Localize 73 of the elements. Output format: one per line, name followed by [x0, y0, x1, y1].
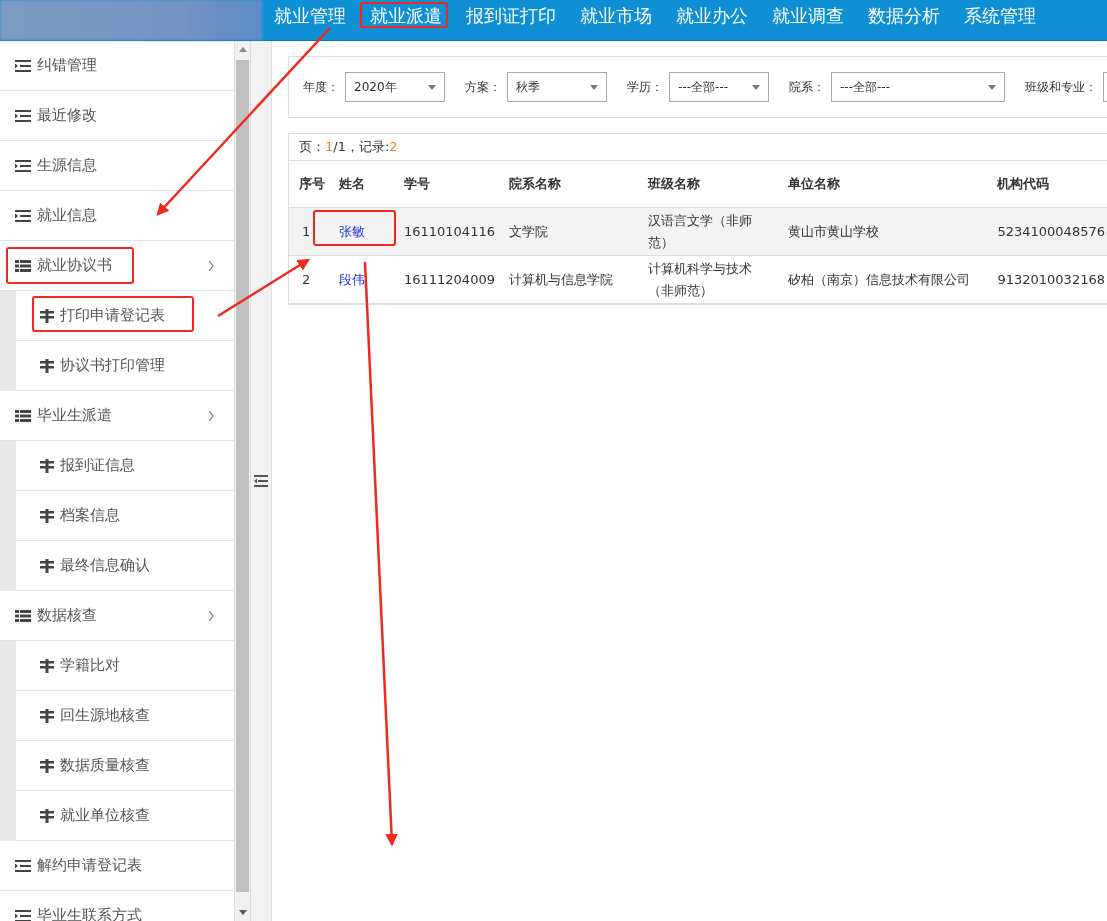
table-cell: 16111204009 [393, 255, 499, 304]
sidebar-subitem[interactable]: 报到证信息 [16, 441, 234, 491]
column-header: 机构代码 [987, 161, 1107, 208]
sidebar-item-label: 报到证信息 [60, 456, 135, 475]
table-cell: 矽柏（南京）信息技术有限公司 [777, 255, 988, 304]
sidebar-item-label: 打印申请登记表 [60, 306, 165, 325]
sidebar-subitem[interactable]: 协议书打印管理 [16, 341, 234, 391]
sidebar-item-label: 学籍比对 [60, 656, 120, 675]
sidebar-item-label: 数据核查 [37, 606, 97, 625]
table-cell: 黄山市黄山学校 [777, 207, 988, 256]
filter-label: 年度： [303, 78, 339, 96]
sidebar-item-label: 纠错管理 [37, 56, 97, 75]
sidebar-item-label: 最终信息确认 [60, 556, 150, 575]
sidebar-item-label: 档案信息 [60, 506, 120, 525]
sidebar-item-label: 就业信息 [37, 206, 97, 225]
table-cell: 16110104116 [393, 207, 499, 256]
sidebar-item-label: 最近修改 [37, 106, 97, 125]
sidebar-item[interactable]: 纠错管理 [0, 41, 234, 91]
sidebar-subitem[interactable]: 就业单位核查 [16, 791, 234, 841]
sidebar-subitem[interactable]: 回生源地核查 [16, 691, 234, 741]
sidebar-item[interactable]: 最近修改 [0, 91, 234, 141]
sidebar-group[interactable]: 毕业生派遣 [0, 391, 234, 441]
dropdown[interactable]: 2020年 [345, 72, 445, 102]
sidebar-item[interactable]: 生源信息 [0, 141, 234, 191]
sidebar-subitem[interactable]: 最终信息确认 [16, 541, 234, 591]
table-cell: 1 [289, 207, 330, 256]
sidebar-item-label: 生源信息 [37, 156, 97, 175]
table-cell: 2 [289, 255, 330, 304]
filter-label: 院系： [789, 78, 825, 96]
sidebar-group[interactable]: 数据核查 [0, 591, 234, 641]
sidebar-item[interactable]: 就业信息 [0, 191, 234, 241]
dropdown[interactable]: ---全部--- [831, 72, 1005, 102]
column-header: 院系名称 [498, 161, 639, 208]
sidebar-item-label: 回生源地核查 [60, 706, 150, 725]
sidebar-item[interactable]: 解约申请登记表 [0, 841, 234, 891]
sidebar-subitem[interactable]: 学籍比对 [16, 641, 234, 691]
nav-tab[interactable]: 数据分析 [856, 0, 952, 32]
column-header: 序号 [289, 161, 330, 208]
nav-tab[interactable]: 系统管理 [952, 0, 1048, 32]
sidebar-group[interactable]: 就业协议书 [0, 241, 234, 291]
pager-text: 页：1/1，记录:2 [289, 134, 1107, 161]
table-cell: 文学院 [498, 207, 639, 256]
dropdown[interactable]: ---全部--- [669, 72, 769, 102]
nav-tab[interactable]: 报到证打印 [454, 0, 568, 32]
sidebar-subitem[interactable]: 数据质量核查 [16, 741, 234, 791]
sidebar-item-label: 就业单位核查 [60, 806, 150, 825]
filter-label: 班级和专业： [1025, 78, 1097, 96]
table-cell: 9132010032168 [987, 255, 1107, 304]
sidebar-item-label: 数据质量核查 [60, 756, 150, 775]
nav-tab[interactable]: 就业市场 [568, 0, 664, 32]
sidebar-item-label: 就业协议书 [37, 256, 112, 275]
filter-label: 学历： [627, 78, 663, 96]
column-header: 班级名称 [638, 161, 778, 208]
table-cell: 5234100048576 [987, 207, 1107, 256]
sidebar-item-label: 解约申请登记表 [37, 856, 142, 875]
name-link[interactable]: 张敏 [339, 223, 366, 239]
nav-tab[interactable]: 就业调查 [760, 0, 856, 32]
sidebar-item-label: 毕业生派遣 [37, 406, 112, 425]
column-header: 学号 [393, 161, 499, 208]
sidebar-item-label: 协议书打印管理 [60, 356, 165, 375]
filter-label: 方案： [465, 78, 501, 96]
dropdown[interactable]: 秋季 [507, 72, 607, 102]
column-header: 单位名称 [777, 161, 988, 208]
column-header: 姓名 [329, 161, 394, 208]
table-cell: 计算机与信息学院 [498, 255, 639, 304]
nav-tab[interactable]: 就业派遣 [358, 0, 454, 32]
nav-tab[interactable]: 就业管理 [262, 0, 358, 32]
nav-tab[interactable]: 就业办公 [664, 0, 760, 32]
sidebar-subitem[interactable]: 档案信息 [16, 491, 234, 541]
sidebar-subitem[interactable]: 打印申请登记表 [16, 291, 234, 341]
table-cell: 计算机科学与技术（非师范） [638, 255, 778, 304]
table-cell: 汉语言文学（非师范） [638, 207, 778, 256]
name-link[interactable]: 段伟 [339, 271, 366, 287]
